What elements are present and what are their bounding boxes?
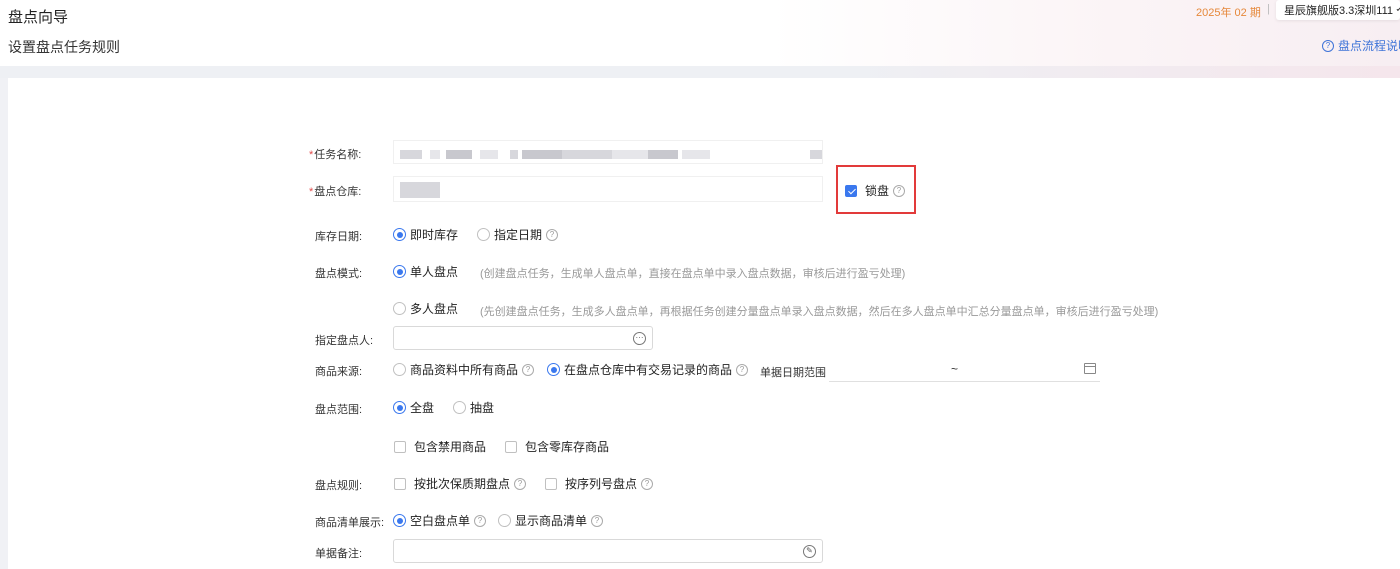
source-all[interactable]: 商品资料中所有商品 ?	[393, 361, 535, 378]
include-zero-checkbox[interactable]: 包含零库存商品	[505, 438, 609, 455]
question-circle-icon: ?	[1322, 39, 1334, 52]
radio-selected-icon	[393, 401, 406, 414]
include-disabled-checkbox[interactable]: 包含禁用商品	[394, 438, 486, 455]
question-circle-icon[interactable]: ?	[736, 363, 749, 376]
checkbox-unchecked-icon	[545, 477, 557, 490]
mode-multi-hint: (先创建盘点任务，生成多人盘点单，再根据任务创建分量盘点单录入盘点数据，然后在多…	[480, 306, 1159, 318]
radio-unselected-icon	[393, 363, 406, 376]
radio-selected-icon	[393, 514, 406, 527]
store-selector[interactable]: 星辰旗舰版3.3深圳111	[1276, 0, 1400, 20]
source-label: 商品来源:	[315, 366, 363, 378]
question-circle-icon[interactable]: ?	[893, 184, 906, 197]
counter-label: 指定盘点人:	[315, 335, 374, 347]
mode-label: 盘点模式:	[315, 268, 363, 280]
remark-label: 单据备注:	[315, 548, 363, 560]
display-blank[interactable]: 空白盘点单 ?	[393, 512, 487, 529]
mode-single-hint: (创建盘点任务，生成单人盘点单，直接在盘点单中录入盘点数据，审核后进行盈亏处理)	[480, 268, 906, 280]
batch-rule-checkbox[interactable]: 按批次保质期盘点 ?	[394, 475, 527, 492]
page-subtitle: 设置盘点任务规则	[8, 39, 120, 55]
warehouse-label: *盘点仓库:	[309, 186, 362, 198]
question-circle-icon[interactable]: ?	[522, 363, 535, 376]
question-circle-icon[interactable]: ?	[641, 477, 654, 490]
page-title: 盘点向导	[8, 9, 69, 26]
redacted-text	[400, 150, 822, 159]
accounting-period[interactable]: 2025年 02 期	[1196, 4, 1261, 20]
question-circle-icon[interactable]: ?	[546, 228, 559, 241]
warehouse-input[interactable]	[393, 176, 823, 202]
source-traded[interactable]: 在盘点仓库中有交易记录的商品 ?	[547, 361, 749, 378]
checkbox-unchecked-icon	[394, 440, 406, 453]
header-separator: |	[1267, 3, 1270, 15]
radio-unselected-icon	[453, 401, 466, 414]
lock-checkbox[interactable]: 锁盘 ?	[845, 182, 906, 199]
radio-unselected-icon	[477, 228, 490, 241]
ellipsis-circle-icon[interactable]: ···	[633, 332, 646, 345]
date-range-input[interactable]: ~	[829, 358, 1100, 382]
checkbox-unchecked-icon	[394, 477, 406, 490]
counter-input[interactable]: ···	[393, 326, 653, 350]
redacted-text	[400, 182, 440, 198]
date-range-separator: ~	[951, 362, 959, 376]
store-name: 星辰旗舰版3.3深圳111	[1284, 5, 1394, 17]
checkbox-unchecked-icon	[505, 440, 517, 453]
question-circle-icon[interactable]: ?	[591, 514, 604, 527]
header-divider-band	[0, 66, 1400, 78]
display-list[interactable]: 显示商品清单 ?	[498, 512, 604, 529]
radio-selected-icon	[547, 363, 560, 376]
scope-sample[interactable]: 抽盘	[453, 399, 494, 416]
checkbox-checked-icon	[845, 184, 857, 197]
rules-label: 盘点规则:	[315, 480, 363, 492]
date-range-label: 单据日期范围	[760, 367, 826, 379]
radio-selected-icon	[393, 265, 406, 278]
question-circle-icon[interactable]: ?	[514, 477, 527, 490]
scope-full[interactable]: 全盘	[393, 399, 434, 416]
radio-unselected-icon	[498, 514, 511, 527]
chevron-down-icon	[1396, 6, 1400, 11]
task-name-label: *任务名称:	[309, 149, 362, 161]
scope-label: 盘点范围:	[315, 404, 363, 416]
stock-date-realtime[interactable]: 即时库存	[393, 226, 458, 243]
question-circle-icon[interactable]: ?	[474, 514, 487, 527]
serial-rule-checkbox[interactable]: 按序列号盘点 ?	[545, 475, 654, 492]
radio-selected-icon	[393, 228, 406, 241]
edit-circle-icon[interactable]: ✎	[803, 545, 816, 558]
display-label: 商品清单展示:	[315, 517, 385, 529]
task-name-input[interactable]	[393, 140, 823, 164]
remark-input[interactable]: ✎	[393, 539, 823, 563]
lock-label: 锁盘	[865, 184, 890, 198]
mode-multi[interactable]: 多人盘点	[393, 300, 458, 317]
stock-date-label: 库存日期:	[315, 231, 363, 243]
radio-unselected-icon	[393, 302, 406, 315]
top-bar: 盘点向导 设置盘点任务规则 2025年 02 期 | 星辰旗舰版3.3深圳111…	[0, 0, 1400, 66]
process-help-link[interactable]: ? 盘点流程说明	[1318, 37, 1400, 54]
process-help-label: 盘点流程说明	[1338, 39, 1400, 53]
stock-date-specified[interactable]: 指定日期 ?	[477, 226, 559, 243]
mode-single[interactable]: 单人盘点	[393, 263, 458, 280]
calendar-icon[interactable]	[1084, 363, 1096, 374]
